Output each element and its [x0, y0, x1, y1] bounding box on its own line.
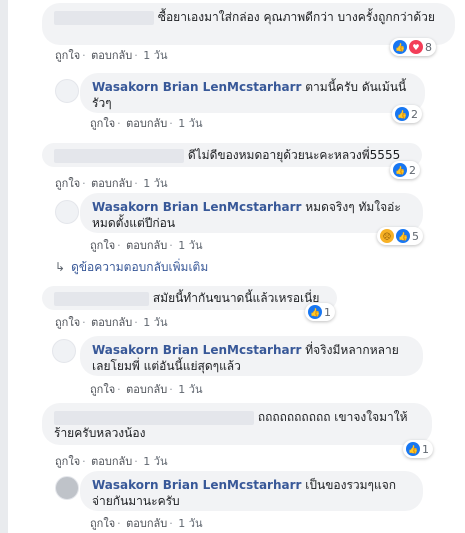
timestamp[interactable]: 1 วัน: [178, 383, 202, 396]
sad-icon: ☹: [380, 229, 394, 243]
avatar[interactable]: [52, 339, 76, 363]
redacted-name: [54, 291, 149, 306]
like-icon: 👍: [393, 40, 407, 54]
like-link[interactable]: ถูกใจ: [55, 177, 80, 190]
timestamp[interactable]: 1 วัน: [178, 117, 202, 130]
commenter-name[interactable]: Wasakorn Brian LenMcstarharr: [92, 478, 301, 492]
comment-bubble: Wasakorn Brian LenMcstarharr ตามนี้ครับ …: [80, 73, 425, 113]
like-icon: 👍: [396, 229, 410, 243]
timestamp[interactable]: 1 วัน: [143, 49, 167, 62]
reaction-summary[interactable]: 👍 2: [392, 105, 422, 123]
comment-bubble: Wasakorn Brian LenMcstarharr ที่จริงมีหล…: [80, 336, 423, 376]
commenter-name[interactable]: Wasakorn Brian LenMcstarharr: [92, 200, 301, 214]
comment-actions: ถูกใจ · ตอบกลับ · 1 วัน: [90, 517, 203, 530]
comment-text: สมัยนี้ทำกันขนาดนี้แล้วเหรอเนี่ย: [152, 291, 320, 305]
like-link[interactable]: ถูกใจ: [90, 383, 115, 396]
comment-actions: ถูกใจ · ตอบกลับ · 1 วัน: [55, 177, 168, 190]
like-link[interactable]: ถูกใจ: [55, 49, 80, 62]
comment-actions: ถูกใจ · ตอบกลับ · 1 วัน: [90, 383, 203, 396]
comment-actions: ถูกใจ · ตอบกลับ · 1 วัน: [55, 316, 168, 329]
like-icon: 👍: [395, 107, 409, 121]
reaction-summary[interactable]: 👍 1: [305, 303, 335, 321]
redacted-name: [54, 10, 154, 25]
comment-bubble: สมัยนี้ทำกันขนาดนี้แล้วเหรอเนี่ย: [42, 286, 337, 310]
avatar[interactable]: [55, 200, 79, 224]
comment-actions: ถูกใจ · ตอบกลับ · 1 วัน: [55, 455, 168, 468]
reaction-summary[interactable]: 👍 ♥ 8: [390, 38, 436, 56]
like-icon: 👍: [406, 442, 420, 456]
like-link[interactable]: ถูกใจ: [90, 117, 115, 130]
reaction-summary[interactable]: ☹ 👍 5: [377, 227, 423, 245]
love-icon: ♥: [409, 40, 423, 54]
reply-link[interactable]: ตอบกลับ: [91, 455, 132, 468]
avatar[interactable]: [55, 79, 79, 103]
like-link[interactable]: ถูกใจ: [90, 239, 115, 252]
timestamp[interactable]: 1 วัน: [143, 177, 167, 190]
comment-text: ซื้อยาเองมาใส่กล่อง คุณภาพดีกว่า บางครั้…: [157, 10, 435, 24]
reply-link[interactable]: ตอบกลับ: [91, 177, 132, 190]
timestamp[interactable]: 1 วัน: [178, 239, 202, 252]
reply-link[interactable]: ตอบกลับ: [126, 517, 167, 530]
comment-actions: ถูกใจ · ตอบกลับ · 1 วัน: [90, 117, 203, 130]
comment-actions: ถูกใจ · ตอบกลับ · 1 วัน: [55, 49, 168, 62]
like-icon: 👍: [308, 305, 322, 319]
comment-bubble: ดีไม่ดีของหมดอายุด้วยนะคะหลวงพี่5555: [42, 143, 422, 167]
like-icon: 👍: [393, 163, 407, 177]
reply-link[interactable]: ตอบกลับ: [91, 316, 132, 329]
timestamp[interactable]: 1 วัน: [178, 517, 202, 530]
timestamp[interactable]: 1 วัน: [143, 316, 167, 329]
comment-text: ดีไม่ดีของหมดอายุด้วยนะคะหลวงพี่5555: [187, 148, 401, 162]
reply-link[interactable]: ตอบกลับ: [91, 49, 132, 62]
reaction-summary[interactable]: 👍 2: [390, 161, 420, 179]
reply-arrow-icon: ↳: [55, 260, 66, 274]
redacted-name: [54, 410, 254, 425]
like-link[interactable]: ถูกใจ: [55, 316, 80, 329]
redacted-name: [54, 148, 184, 163]
reply-link[interactable]: ตอบกลับ: [126, 239, 167, 252]
reply-link[interactable]: ตอบกลับ: [126, 383, 167, 396]
left-gutter: [0, 0, 8, 533]
like-link[interactable]: ถูกใจ: [90, 517, 115, 530]
commenter-name[interactable]: Wasakorn Brian LenMcstarharr: [92, 343, 301, 357]
commenter-name[interactable]: Wasakorn Brian LenMcstarharr: [92, 80, 301, 94]
reply-link[interactable]: ตอบกลับ: [126, 117, 167, 130]
like-link[interactable]: ถูกใจ: [55, 455, 80, 468]
comment-actions: ถูกใจ · ตอบกลับ · 1 วัน: [90, 239, 203, 252]
avatar[interactable]: [55, 476, 79, 500]
more-replies-link[interactable]: ↳ ดูข้อความตอบกลับเพิ่มเติม: [55, 258, 208, 277]
reaction-summary[interactable]: 👍 1: [403, 440, 433, 458]
comment-bubble: Wasakorn Brian LenMcstarharr หมดจริงๆ ทั…: [80, 193, 423, 233]
comment-bubble: Wasakorn Brian LenMcstarharr เป็นของรวมๆ…: [80, 471, 423, 511]
timestamp[interactable]: 1 วัน: [143, 455, 167, 468]
comment-bubble: ถถถถถถถถถถ เขาจงใจมาให้ร้ายครับหลวงน้อง: [42, 403, 432, 445]
